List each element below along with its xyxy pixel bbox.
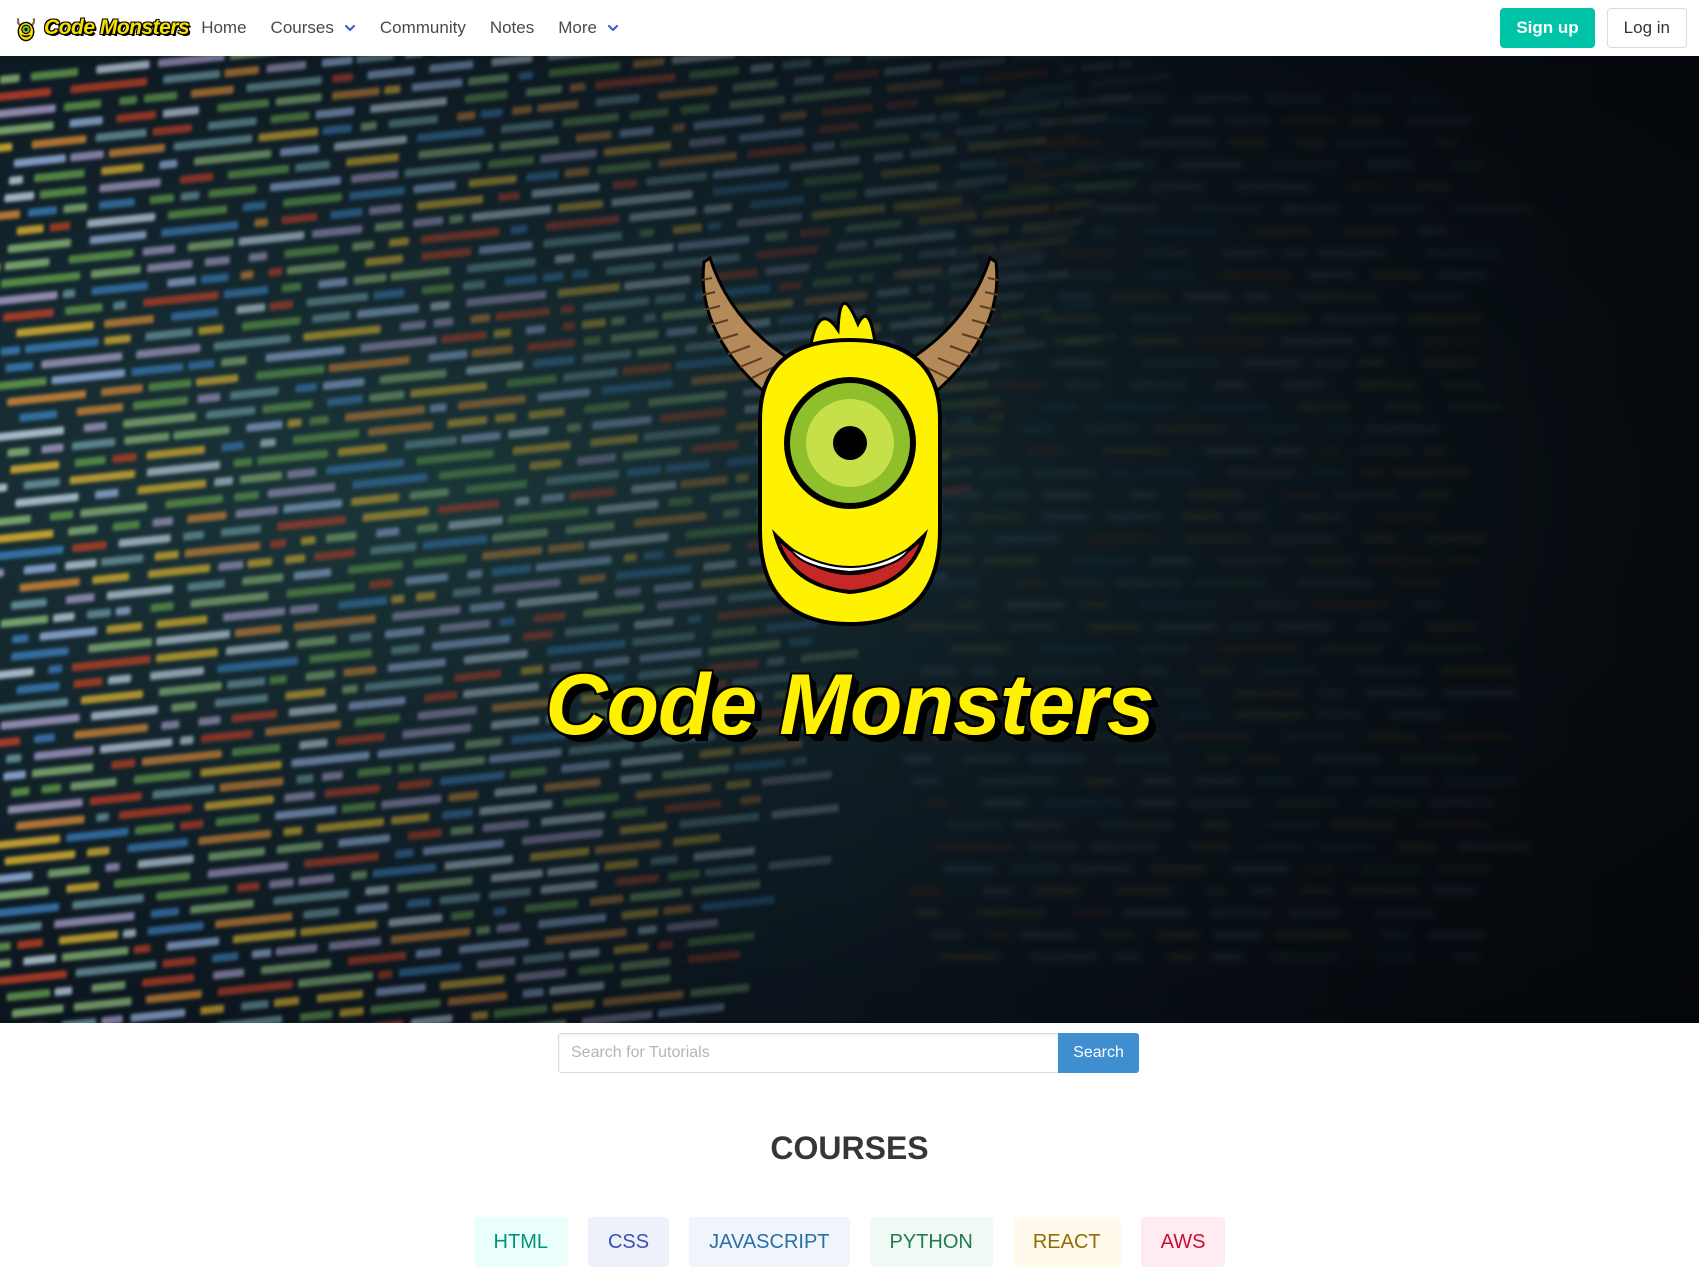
nav-more-dropdown[interactable]: More [546, 0, 631, 56]
nav-courses-label: Courses [270, 18, 334, 37]
hero-banner: Code Monsters [0, 56, 1699, 1023]
course-tag-javascript[interactable]: JAVASCRIPT [689, 1217, 850, 1267]
nav-notes-label: Notes [489, 18, 535, 37]
nav-community-label: Community [379, 18, 466, 37]
search-button[interactable]: Search [1058, 1033, 1139, 1073]
monster-logo-icon [16, 17, 36, 42]
courses-heading: COURSES [770, 1130, 929, 1166]
course-tag-html[interactable]: HTML [473, 1217, 568, 1267]
nav-more-label: More [558, 18, 597, 37]
nav-home[interactable]: Home [189, 0, 258, 56]
signup-button[interactable]: Sign up [1500, 8, 1595, 48]
chevron-down-icon [344, 24, 355, 32]
login-button[interactable]: Log in [1606, 8, 1687, 48]
brand-name: Code Monsters [44, 16, 190, 39]
search-input[interactable] [558, 1033, 1058, 1073]
course-tag-react[interactable]: REACT [1012, 1217, 1121, 1267]
brand-logo-link[interactable]: Code Monsters [12, 0, 190, 56]
hero-title: Code Monsters [545, 657, 1154, 753]
nav-home-label: Home [201, 18, 247, 37]
chevron-down-icon [607, 24, 619, 32]
tutorial-search-bar: Search [558, 1033, 1139, 1073]
course-tag-aws[interactable]: AWS [1140, 1217, 1226, 1267]
nav-notes[interactable]: Notes [478, 0, 546, 56]
course-tag-list: HTML CSS JAVASCRIPT PYTHON REACT AWS [0, 1217, 1699, 1267]
nav-courses-dropdown[interactable]: Courses [259, 0, 368, 56]
course-tag-python[interactable]: PYTHON [869, 1217, 993, 1267]
nav-community[interactable]: Community [368, 0, 478, 56]
nav-auth-buttons: Sign up Log in [1500, 8, 1687, 48]
monster-mascot-image [701, 255, 999, 627]
top-navbar: Code Monsters Home Courses Community Not… [0, 0, 1699, 56]
course-tag-css[interactable]: CSS [587, 1217, 670, 1267]
